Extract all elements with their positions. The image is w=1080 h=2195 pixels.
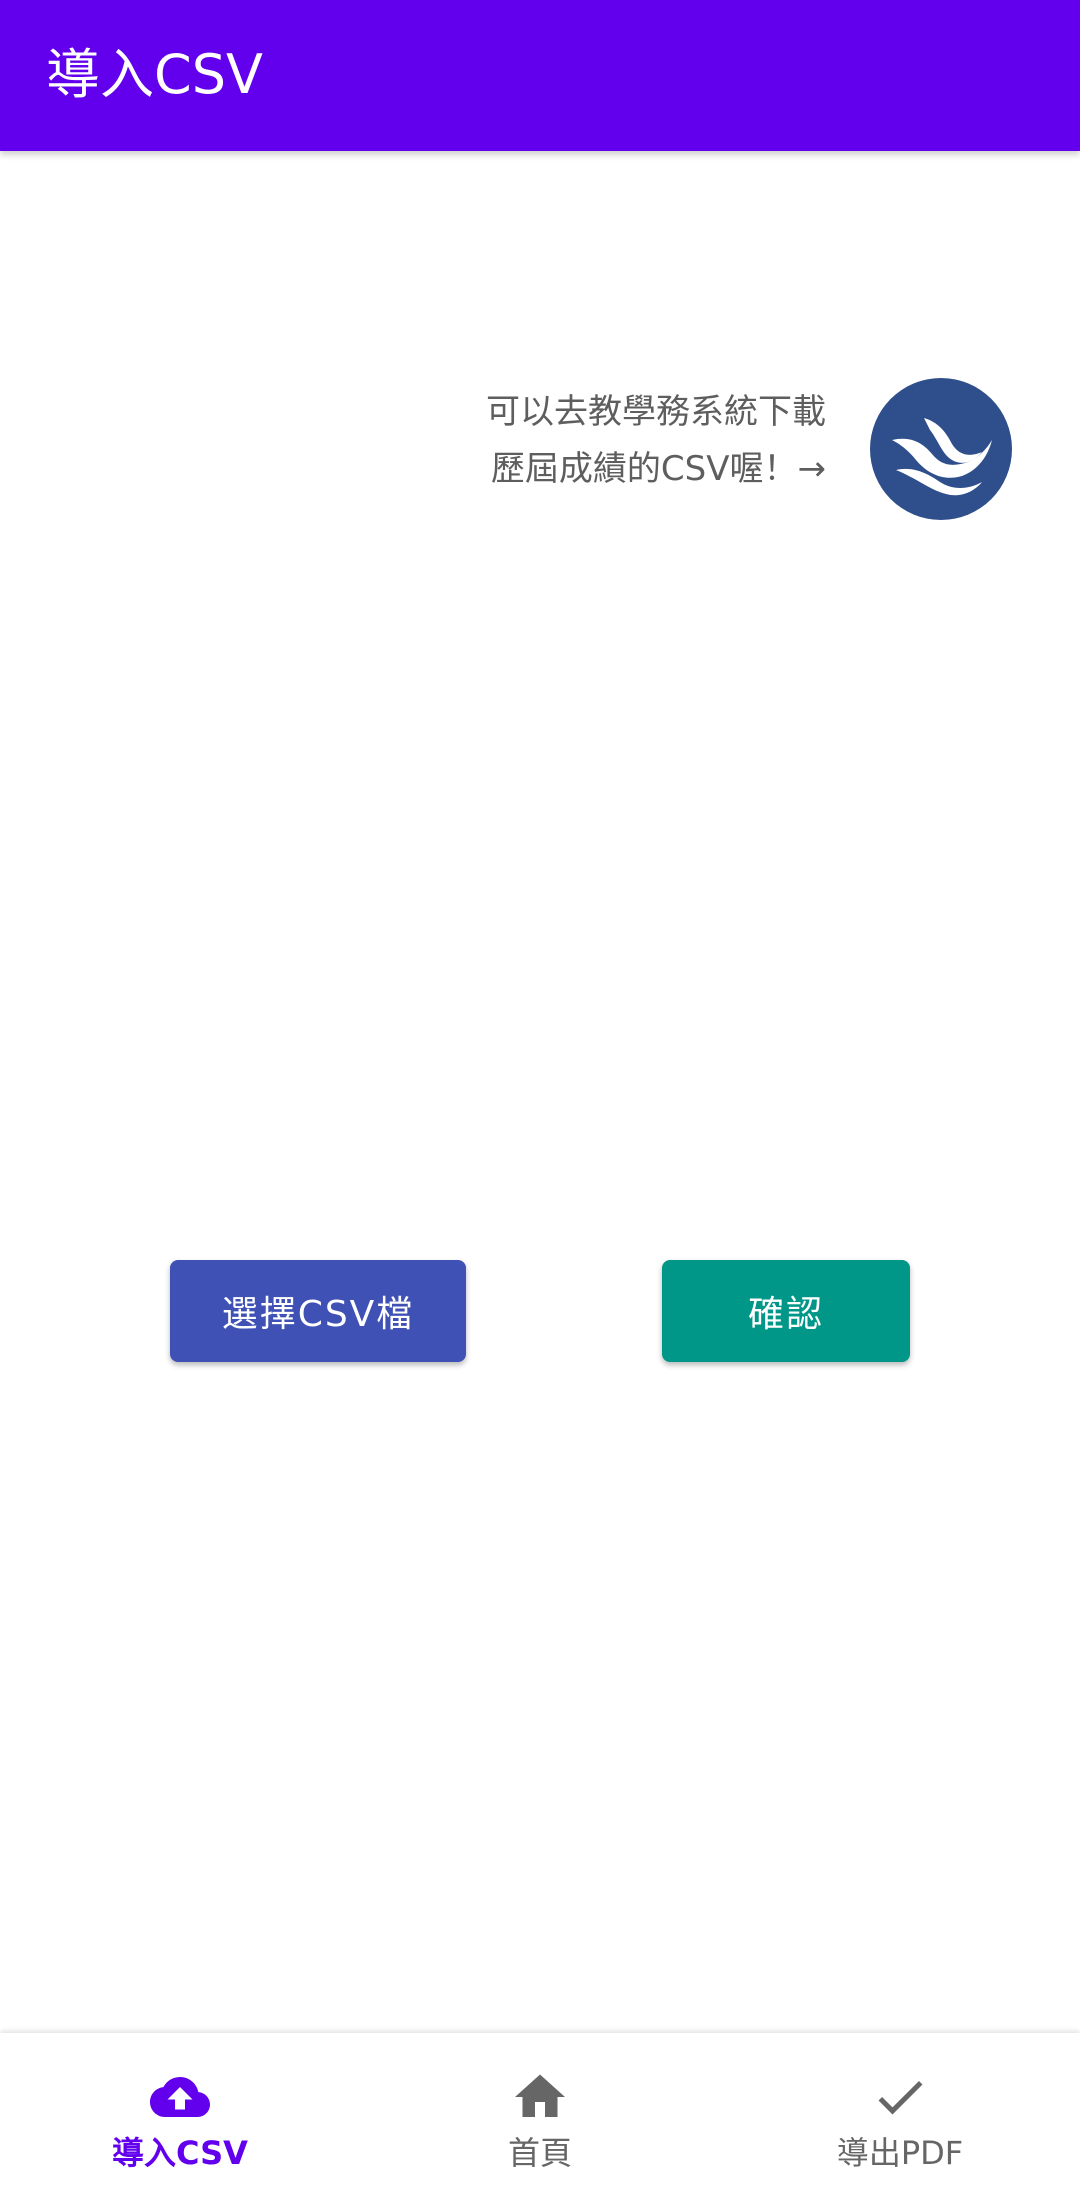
nav-label-import-csv: 導入CSV: [112, 2134, 248, 2172]
download-hint: 可以去教學務系統下載 歷屆成績的CSV喔！→: [386, 384, 826, 498]
nav-label-export-pdf: 導出PDF: [836, 2134, 964, 2172]
nav-item-export-pdf[interactable]: 導出PDF: [720, 2033, 1080, 2195]
choose-csv-label: 選擇CSV檔: [221, 1294, 415, 1335]
hint-line-1: 可以去教學務系統下載: [486, 392, 826, 432]
choose-csv-button[interactable]: 選擇CSV檔: [170, 1260, 466, 1362]
ntnu-logo-icon[interactable]: [870, 378, 1012, 520]
cloud-upload-icon: [150, 2077, 210, 2117]
confirm-button[interactable]: 確認: [662, 1260, 910, 1362]
page-title: 導入CSV: [46, 43, 263, 106]
nav-label-home: 首頁: [507, 2134, 572, 2172]
check-icon: [878, 2080, 923, 2115]
hint-line-2: 歷屆成績的CSV喔！→: [490, 449, 826, 489]
app-screen: 導入CSV 可以去教學務系統下載 歷屆成績的CSV喔！→ 選擇CSV檔 確認 導…: [0, 0, 1080, 2195]
home-icon: [515, 2074, 565, 2117]
nav-item-import-csv[interactable]: 導入CSV: [0, 2033, 360, 2195]
confirm-label: 確認: [747, 1294, 824, 1335]
nav-item-home[interactable]: 首頁: [360, 2033, 720, 2195]
app-bar: 導入CSV: [0, 0, 1080, 151]
bottom-navigation: 導入CSV 首頁 導出PDF: [0, 2033, 1080, 2195]
